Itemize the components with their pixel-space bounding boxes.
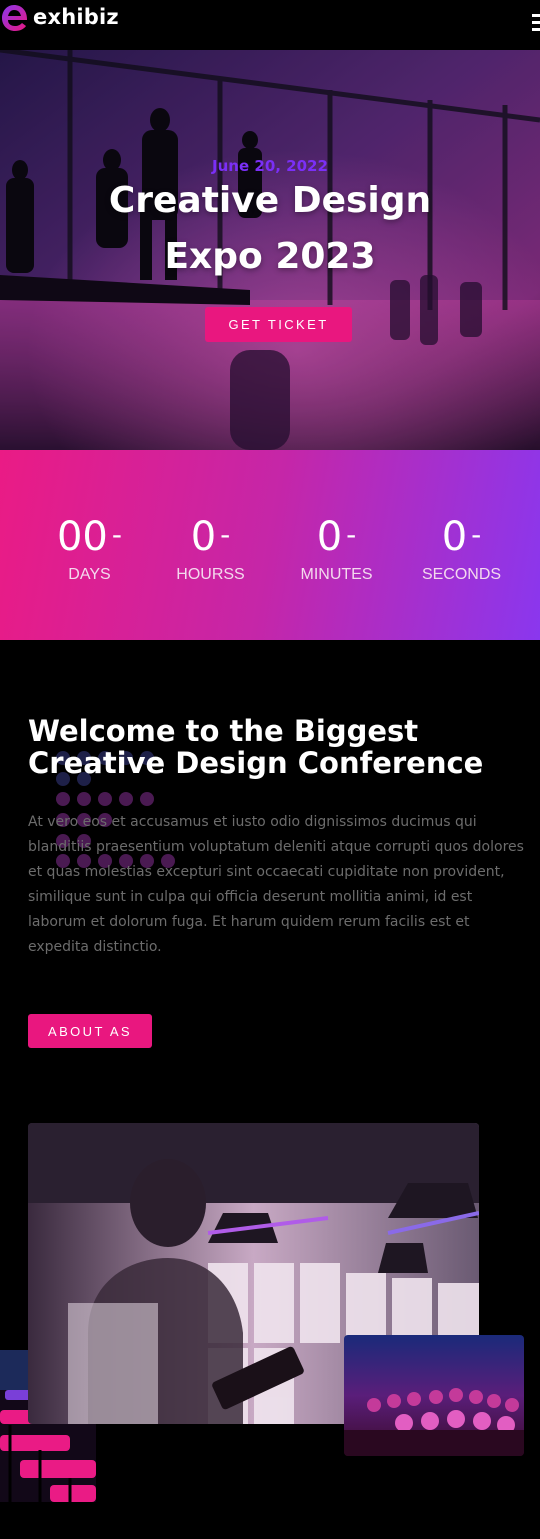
about-title-line-1: Welcome to the Biggest [28, 714, 419, 748]
hero-title-line-1: Creative Design [108, 180, 432, 221]
brand-name: exhibiz [33, 5, 119, 29]
countdown-hours: 0- HOURSS [143, 508, 278, 584]
countdown-hours-label: HOURSS [176, 566, 245, 583]
e-logo-icon [2, 5, 27, 31]
countdown-separator: - [471, 518, 482, 551]
countdown-separator: - [111, 518, 122, 551]
audience-image [344, 1335, 524, 1456]
about-us-button[interactable]: ABOUT AS [28, 1014, 152, 1048]
gallery-section [0, 1120, 540, 1539]
countdown-seconds: 0- SECONDS [394, 508, 529, 584]
hero-title: Creative Design Expo 2023 [0, 173, 540, 285]
countdown-minutes: 0- MINUTES [269, 508, 404, 584]
about-title-line-2: Creative Design Conference [28, 746, 484, 780]
countdown-minutes-value: 0 [316, 514, 343, 560]
countdown-minutes-label: MINUTES [300, 566, 373, 583]
about-paragraph: At vero eos et accusamus et iusto odio d… [28, 814, 524, 955]
countdown-seconds-value: 0 [441, 514, 468, 560]
countdown-days: 00- DAYS [22, 508, 157, 584]
brand-logo[interactable]: exhibiz [0, 0, 119, 34]
countdown-section: 00- DAYS 0- HOURSS 0- MINUTES 0- SECONDS [0, 450, 540, 640]
get-ticket-button[interactable]: GET TICKET [205, 307, 352, 342]
hero-section: June 20, 2022 Creative Design Expo 2023 … [0, 50, 540, 450]
countdown-days-label: DAYS [68, 566, 111, 583]
countdown-days-value: 00 [56, 514, 108, 560]
countdown-hours-value: 0 [190, 514, 217, 560]
countdown-separator: - [220, 518, 231, 551]
hero-title-line-2: Expo 2023 [164, 236, 376, 277]
hamburger-menu-icon[interactable] [532, 14, 540, 36]
site-header: exhibiz [0, 0, 540, 50]
about-section: Welcome to the Biggest Creative Design C… [0, 640, 540, 1120]
countdown-seconds-label: SECONDS [421, 566, 502, 583]
countdown-separator: - [346, 518, 357, 551]
about-title: Welcome to the Biggest Creative Design C… [28, 715, 528, 779]
